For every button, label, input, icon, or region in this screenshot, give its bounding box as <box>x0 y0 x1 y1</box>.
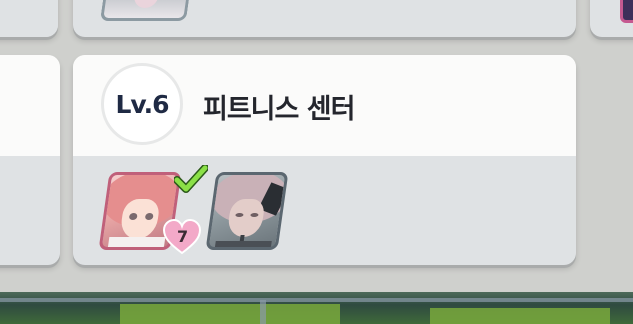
character-portrait-2[interactable] <box>205 172 289 250</box>
check-icon <box>174 165 208 193</box>
portrait-collar <box>106 237 166 250</box>
level-badge: Lv.6 <box>101 63 183 145</box>
card-right-partial[interactable] <box>590 55 633 265</box>
card-top-left-partial[interactable] <box>0 0 58 37</box>
level-label: Lv.6 <box>115 89 169 119</box>
building-card[interactable]: Lv.6 피트니스 센터 7 <box>73 55 576 265</box>
card-top-middle-partial[interactable] <box>73 0 576 37</box>
portrait-face <box>226 199 266 237</box>
card-top-right-partial[interactable] <box>590 0 633 37</box>
partial-portrait <box>99 0 193 21</box>
portrait-collar <box>213 241 272 250</box>
affection-level: 7 <box>177 227 189 246</box>
card-left-partial[interactable] <box>0 55 60 265</box>
portrait-face <box>119 199 161 239</box>
background-scenery <box>0 292 633 324</box>
building-title: 피트니스 센터 <box>203 94 355 125</box>
